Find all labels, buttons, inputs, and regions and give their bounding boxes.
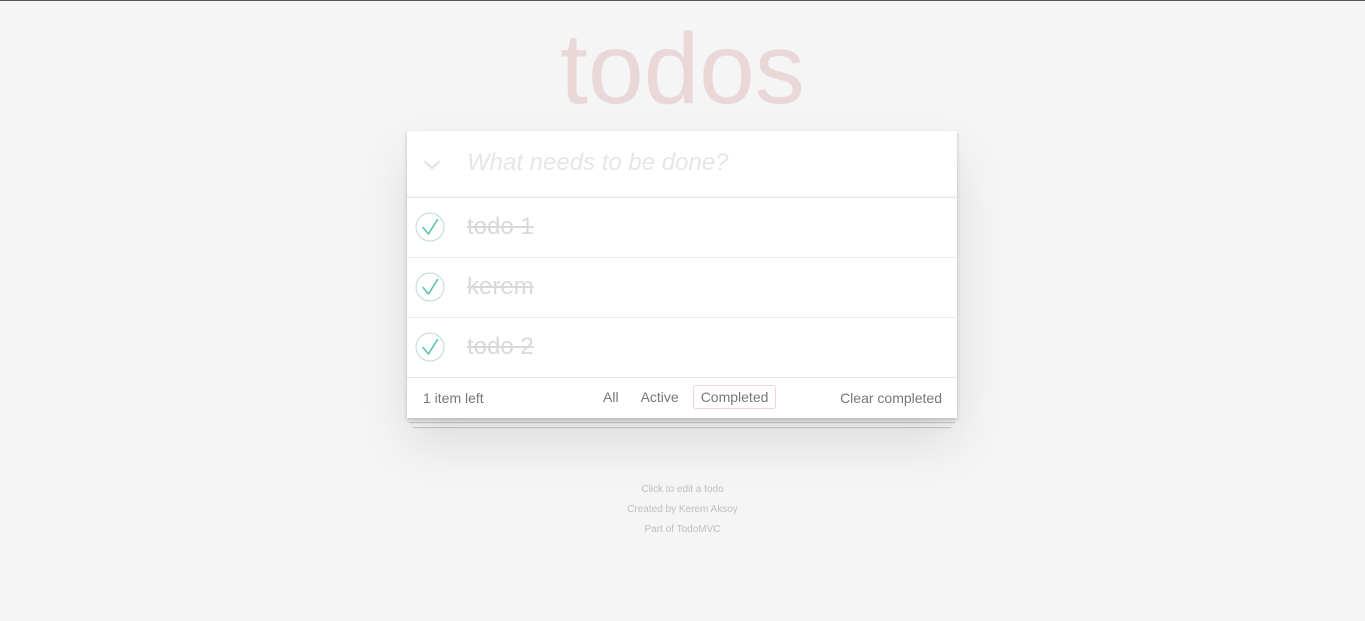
checkmark-circle-icon (415, 272, 445, 302)
checkmark-circle-icon (415, 212, 445, 242)
filter-active-link[interactable]: Active (633, 385, 687, 409)
todo-footer: 1 item left All Active Completed Clear c… (407, 377, 957, 419)
filter-completed-link[interactable]: Completed (692, 385, 777, 409)
filter-all-link[interactable]: All (595, 385, 627, 409)
info-footer: Click to edit a todo Created by Kerem Ak… (0, 480, 1365, 540)
credit-text: Created by Kerem Aksoy (627, 504, 738, 515)
filter-list: All Active Completed (592, 385, 779, 409)
filter-item: Active (633, 385, 687, 409)
todo-label[interactable]: kerem (467, 272, 534, 302)
todo-label[interactable]: todo 1 (467, 212, 534, 242)
todo-item[interactable]: todo 2 (407, 318, 957, 378)
items-left-count: 1 item left (423, 390, 484, 406)
app-title: todos (560, 13, 805, 125)
todo-list: todo 1 kerem todo 2 (407, 198, 957, 378)
todo-toggle-checkbox[interactable] (415, 332, 445, 362)
todo-item[interactable]: kerem (407, 258, 957, 318)
checkmark-circle-icon (415, 332, 445, 362)
window-top-border (0, 0, 1365, 1)
toggle-all-button[interactable] (419, 149, 445, 179)
filter-item: All (595, 385, 627, 409)
todo-item[interactable]: todo 1 (407, 198, 957, 258)
todo-header (407, 131, 957, 198)
clear-completed-button[interactable]: Clear completed (840, 390, 942, 406)
part-of-text: Part of TodoMVC (644, 524, 721, 535)
filter-item: Completed (692, 385, 777, 409)
edit-hint: Click to edit a todo (641, 484, 724, 495)
todo-label[interactable]: todo 2 (467, 332, 534, 362)
chevron-down-icon (419, 149, 445, 179)
new-todo-input[interactable] (467, 143, 937, 183)
todo-app: todo 1 kerem (407, 131, 957, 418)
todo-toggle-checkbox[interactable] (415, 212, 445, 242)
todo-toggle-checkbox[interactable] (415, 272, 445, 302)
